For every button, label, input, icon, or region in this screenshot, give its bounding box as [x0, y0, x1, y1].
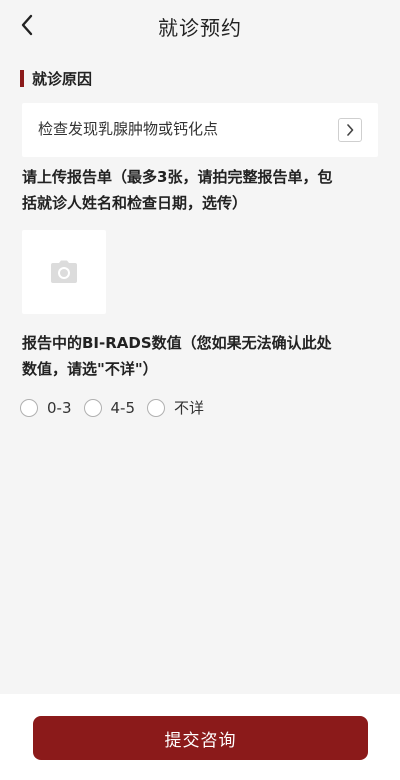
visit-reason-selector[interactable]: 检查发现乳腺肿物或钙化点: [22, 103, 378, 157]
birads-option-4-5[interactable]: 4-5: [83, 398, 136, 417]
radio-circle[interactable]: [147, 398, 165, 417]
upload-question: 请上传报告单（最多3张，请拍完整报告单，包 括就诊人姓名和检查日期，选传）: [22, 164, 382, 216]
radio-circle[interactable]: [83, 398, 102, 417]
page-title: 就诊预约: [158, 16, 242, 40]
camera-icon: [51, 260, 77, 283]
birads-question: 报告中的BI-RADS数值（您如果无法确认此处 数值，请选"不详"）: [22, 330, 382, 382]
birads-question-line2: 数值，请选"不详"）: [22, 360, 158, 378]
radio-label: 4-5: [110, 398, 136, 417]
upload-question-line1: 请上传报告单（最多3张，请拍完整报告单，包: [22, 168, 333, 186]
upload-question-line2: 括就诊人姓名和检查日期，选传）: [22, 194, 248, 212]
birads-question-line1: 报告中的BI-RADS数值（您如果无法确认此处: [22, 334, 332, 352]
section-header: 就诊原因: [20, 69, 93, 88]
birads-radio-group: 0-3 4-5 不详: [20, 397, 216, 418]
section-accent-bar: [20, 69, 24, 87]
visit-reason-value: 检查发现乳腺肿物或钙化点: [38, 120, 219, 138]
header-bar: 就诊预约: [0, 0, 400, 52]
submit-consultation-button[interactable]: 提交咨询: [33, 716, 368, 760]
radio-circle[interactable]: [20, 398, 38, 417]
birads-option-0-3[interactable]: 0-3: [20, 398, 72, 417]
upload-photo-button[interactable]: [22, 230, 106, 314]
footer-bar: 提交咨询: [0, 694, 400, 780]
chevron-right-icon: [338, 118, 362, 142]
birads-option-unknown[interactable]: 不详: [147, 397, 204, 418]
radio-label: 0-3: [47, 398, 72, 417]
section-title: 就诊原因: [32, 69, 93, 88]
radio-label: 不详: [174, 399, 205, 417]
